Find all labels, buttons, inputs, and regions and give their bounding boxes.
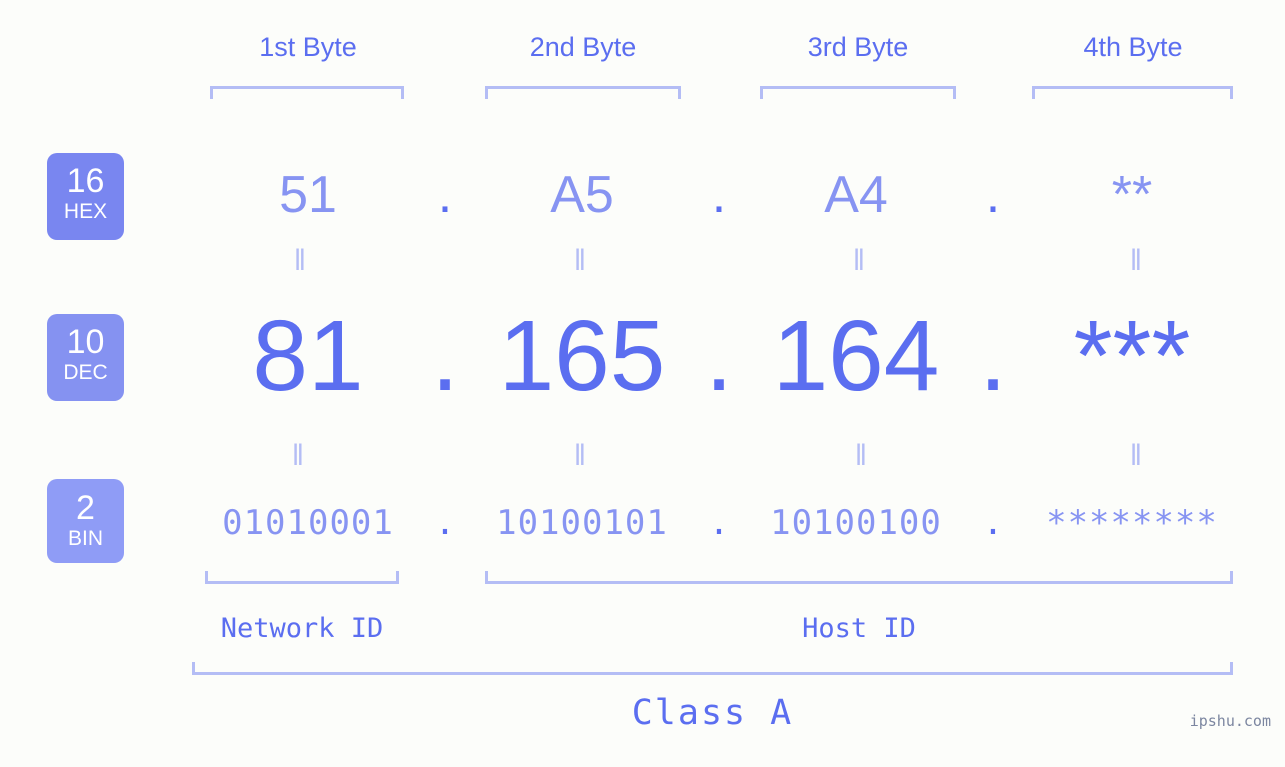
- equality-bar-hex-dec-1: ‖: [293, 244, 309, 277]
- base-badge-bin-number: 2: [76, 489, 95, 527]
- dec-byte-2: 165: [498, 300, 666, 412]
- equality-bar-dec-bin-2: ‖: [573, 439, 589, 472]
- host-id-bracket: [485, 571, 1233, 584]
- base-badge-hex: 16 HEX: [47, 153, 124, 240]
- byte-header-3: 3rd Byte: [807, 32, 909, 62]
- byte-bracket-4: [1032, 86, 1233, 99]
- hex-separator-1: .: [437, 166, 453, 224]
- equality-bar-dec-bin-3: ‖: [854, 439, 870, 472]
- equality-bar-hex-dec-2: ‖: [573, 244, 589, 277]
- class-bracket: [192, 662, 1233, 675]
- hex-byte-3: A4: [824, 166, 888, 224]
- byte-header-2: 2nd Byte: [529, 32, 637, 62]
- bin-byte-2: 10100101: [496, 503, 668, 543]
- base-badge-dec-abbr: DEC: [63, 361, 108, 384]
- hex-byte-1: 51: [279, 166, 337, 224]
- equality-bar-dec-bin-4: ‖: [1129, 439, 1145, 472]
- equality-bar-dec-bin-1: ‖: [291, 439, 307, 472]
- network-id-label: Network ID: [220, 613, 384, 644]
- base-badge-hex-number: 16: [66, 162, 105, 200]
- dec-byte-3: 164: [772, 300, 940, 412]
- dec-value-row: 81 . 165 . 164 . ***: [150, 296, 1270, 416]
- hex-byte-4: **: [1111, 166, 1153, 224]
- class-label: Class A: [631, 693, 794, 733]
- byte-bracket-3: [760, 86, 956, 99]
- dec-separator-1: .: [431, 300, 459, 412]
- dec-separator-2: .: [705, 300, 733, 412]
- ip-byte-breakdown-diagram: 1st Byte 2nd Byte 3rd Byte 4th Byte 16 H…: [0, 0, 1285, 767]
- bin-separator-2: .: [708, 503, 730, 543]
- byte-bracket-1: [210, 86, 404, 99]
- base-badge-dec-number: 10: [66, 323, 105, 361]
- dec-byte-4: ***: [1073, 300, 1191, 412]
- dec-separator-3: .: [979, 300, 1007, 412]
- hex-separator-2: .: [711, 166, 727, 224]
- equality-bar-hex-dec-3: ‖: [852, 244, 868, 277]
- base-badge-bin: 2 BIN: [47, 479, 124, 563]
- hex-value-row: 51 . A5 . A4 . **: [150, 150, 1270, 240]
- base-badge-hex-abbr: HEX: [63, 200, 108, 223]
- base-badge-bin-abbr: BIN: [67, 527, 103, 550]
- site-watermark: ipshu.com: [1189, 712, 1271, 730]
- byte-bracket-2: [485, 86, 681, 99]
- hex-separator-3: .: [985, 166, 1001, 224]
- base-badge-dec: 10 DEC: [47, 314, 124, 401]
- bin-separator-1: .: [434, 503, 456, 543]
- network-id-bracket: [205, 571, 399, 584]
- bin-value-row: 01010001 . 10100101 . 10100100 . *******…: [150, 490, 1270, 556]
- bin-byte-3: 10100100: [770, 503, 942, 543]
- bin-separator-3: .: [982, 503, 1004, 543]
- dec-byte-1: 81: [252, 300, 364, 412]
- host-id-label: Host ID: [802, 613, 916, 644]
- byte-header-4: 4th Byte: [1083, 32, 1183, 62]
- equality-bar-hex-dec-4: ‖: [1129, 244, 1145, 277]
- bin-byte-4: ********: [1046, 503, 1218, 543]
- bin-byte-1: 01010001: [222, 503, 394, 543]
- hex-byte-2: A5: [550, 166, 614, 224]
- byte-header-1: 1st Byte: [259, 32, 357, 62]
